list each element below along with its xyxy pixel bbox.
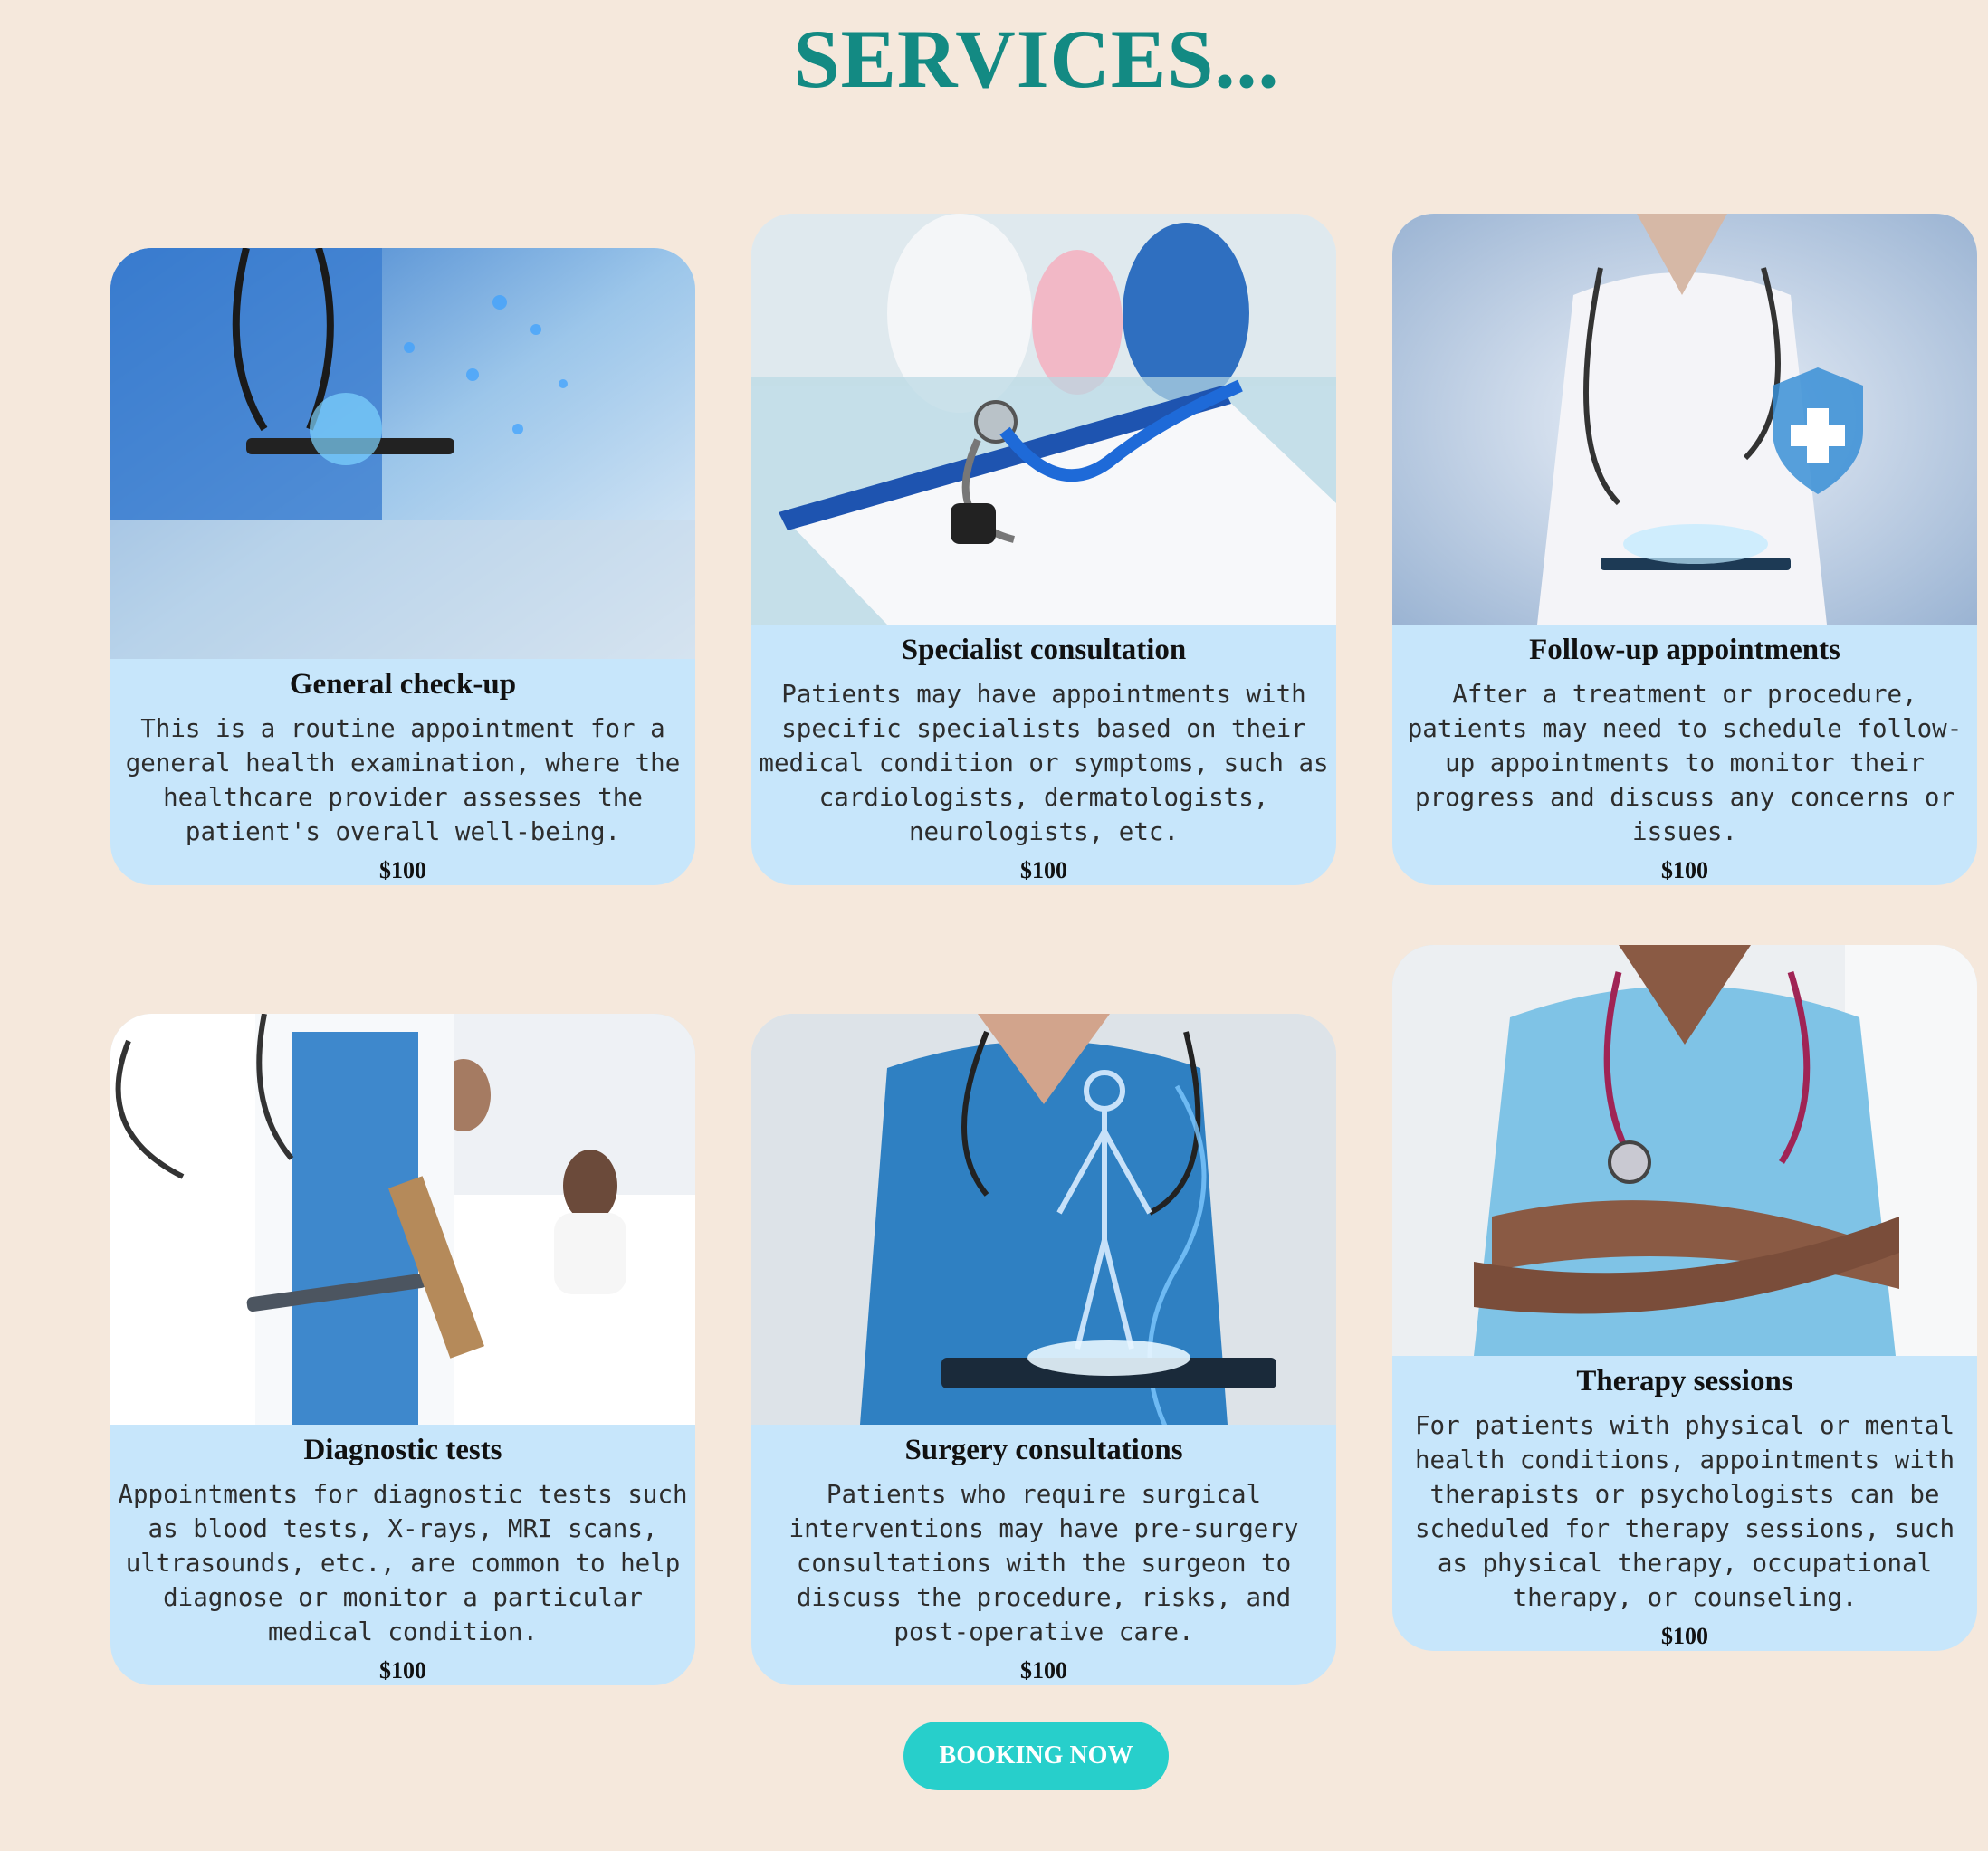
service-price: $100 (1020, 857, 1067, 883)
service-description: Patients who require surgical interventi… (789, 1480, 1299, 1646)
service-card-specialist-consultation[interactable]: Specialist consultation Patients may hav… (751, 214, 1336, 885)
page-title: SERVICES... (793, 13, 1280, 105)
service-description: For patients with physical or mental hea… (1414, 1411, 1955, 1612)
service-price: $100 (1020, 1657, 1067, 1684)
booking-now-button[interactable]: BOOKING NOW (903, 1722, 1169, 1790)
service-description: Patients may have appointments with spec… (759, 680, 1329, 846)
doctor-with-tablet-image (110, 248, 695, 659)
service-card-surgery-consultations[interactable]: Surgery consultations Patients who requi… (751, 1014, 1336, 1685)
service-description: Appointments for diagnostic tests such a… (118, 1480, 688, 1646)
service-description: After a treatment or procedure, patients… (1407, 680, 1963, 846)
service-title: Specialist consultation (901, 634, 1187, 666)
service-price: $100 (379, 857, 426, 883)
service-card-diagnostic-tests[interactable]: Diagnostic tests Appointments for diagno… (110, 1014, 695, 1685)
doctor-holographic-shield-image (1392, 214, 1977, 625)
nurse-arms-crossed-image (1392, 945, 1977, 1356)
stethoscope-on-clipboard-image (751, 214, 1336, 625)
service-title: General check-up (289, 668, 517, 701)
service-price: $100 (379, 1657, 426, 1684)
service-card-general-checkup[interactable]: General check-up This is a routine appoi… (110, 248, 695, 885)
service-title: Follow-up appointments (1529, 634, 1840, 666)
service-card-follow-up-appointments[interactable]: Follow-up appointments After a treatment… (1392, 214, 1977, 885)
hologram-body-image (751, 1014, 1336, 1425)
service-card-therapy-sessions[interactable]: Therapy sessions For patients with physi… (1392, 945, 1977, 1651)
service-description: This is a routine appointment for a gene… (125, 714, 681, 846)
service-title: Diagnostic tests (303, 1434, 502, 1466)
service-title: Surgery consultations (904, 1434, 1183, 1466)
doctors-with-patient-image (110, 1014, 695, 1425)
service-price: $100 (1661, 1623, 1708, 1649)
service-price: $100 (1661, 857, 1708, 883)
service-title: Therapy sessions (1576, 1365, 1793, 1398)
